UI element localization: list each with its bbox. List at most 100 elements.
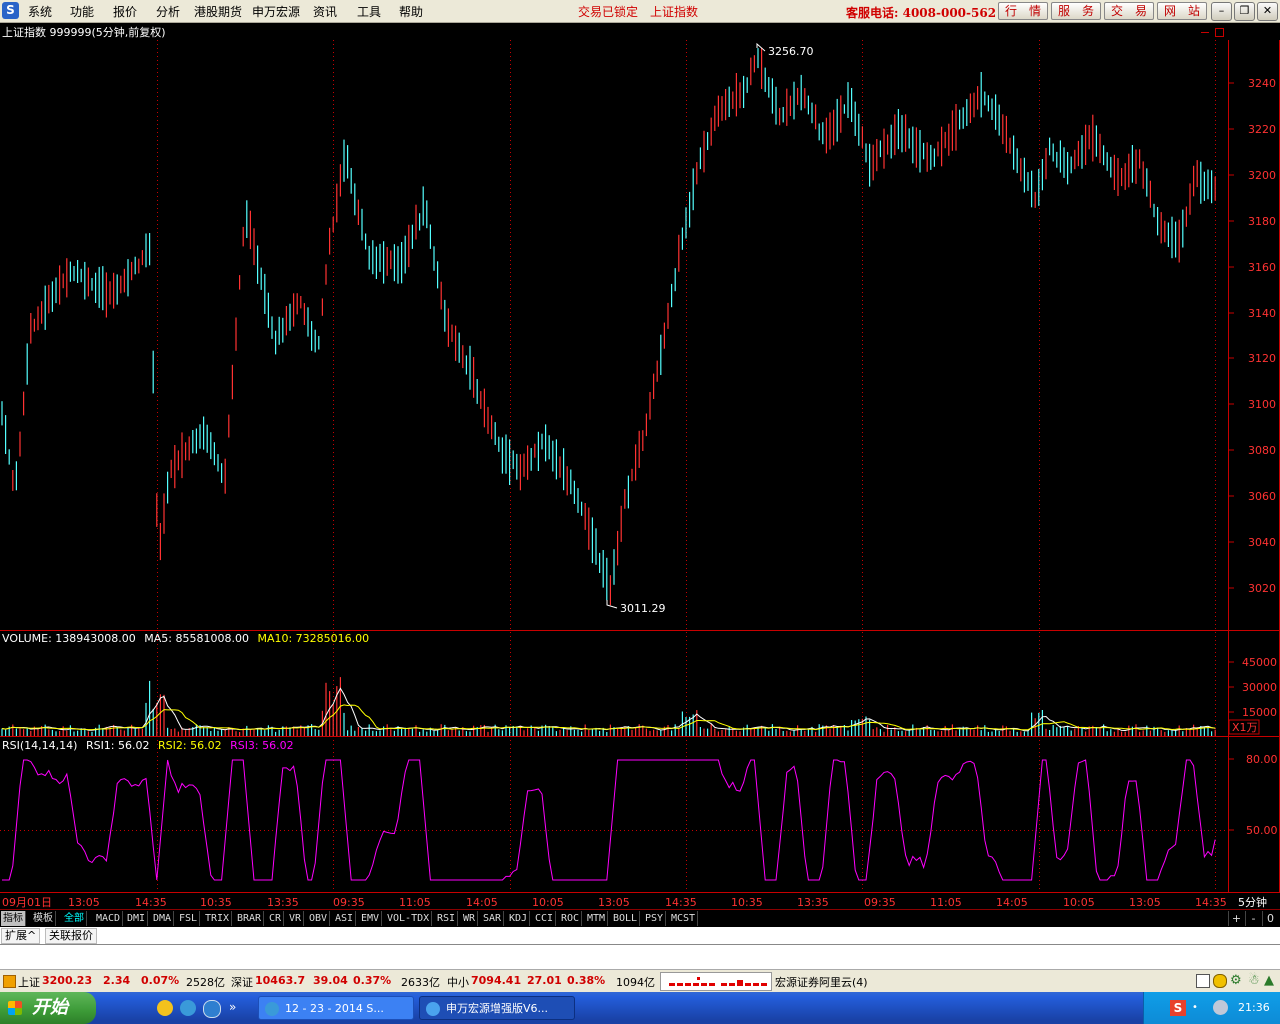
- reset-button[interactable]: 0: [1262, 911, 1278, 926]
- taskbar-item-swhy[interactable]: 申万宏源增强版V6...: [419, 996, 575, 1020]
- network-icon[interactable]: ▲: [1264, 973, 1274, 988]
- time-label: 10:05: [532, 896, 564, 909]
- zoom-in-button[interactable]: +: [1228, 911, 1244, 926]
- website-button[interactable]: 网 站: [1157, 2, 1207, 20]
- menu-system[interactable]: 系统: [28, 3, 52, 20]
- tab-dmi[interactable]: DMI: [125, 911, 149, 926]
- tray-network-icon[interactable]: [1213, 1000, 1228, 1015]
- tab-cr[interactable]: CR: [267, 911, 285, 926]
- trade-lock-status[interactable]: 交易已锁定: [578, 3, 638, 20]
- restore-icon[interactable]: ❐: [1234, 2, 1255, 21]
- tab-cci[interactable]: CCI: [533, 911, 557, 926]
- menu-function[interactable]: 功能: [70, 3, 94, 20]
- menu-swhy[interactable]: 申万宏源: [252, 3, 300, 20]
- time-label: 09:35: [864, 896, 896, 909]
- tab-asi[interactable]: ASI: [333, 911, 357, 926]
- sz-index-name: 深证: [231, 976, 253, 989]
- minimize-icon[interactable]: –: [1211, 2, 1232, 21]
- service-button[interactable]: 服 务: [1051, 2, 1101, 20]
- menu-analysis[interactable]: 分析: [156, 3, 180, 20]
- tab-mtm[interactable]: MTM: [585, 911, 609, 926]
- price-tick: 3200: [1248, 169, 1276, 182]
- user-icon[interactable]: ☃: [1248, 973, 1260, 988]
- menu-help[interactable]: 帮助: [399, 3, 423, 20]
- low-marker: 3011.29: [606, 600, 666, 615]
- time-label: 13:05: [598, 896, 630, 909]
- tab-boll[interactable]: BOLL: [611, 911, 641, 926]
- sh-index-change: 2.34: [103, 974, 131, 987]
- customer-hotline: 客服电话: 4008-000-562: [846, 6, 997, 20]
- windows-taskbar: 开始 » 12 - 23 - 2014 S... 申万宏源增强版V6... S …: [0, 992, 1280, 1024]
- high-marker: 3256.70: [756, 42, 814, 58]
- window-icon[interactable]: [1196, 974, 1210, 988]
- time-label: 11:05: [399, 896, 431, 909]
- time-label: 13:35: [267, 896, 299, 909]
- tab-roc[interactable]: ROC: [559, 911, 583, 926]
- tab-mcst[interactable]: MCST: [669, 911, 699, 926]
- tab-rsi[interactable]: RSI: [435, 911, 459, 926]
- kline-chart[interactable]: 上证指数 999999(5分钟,前复权) 3256.70 3011.29 324…: [0, 22, 1280, 912]
- tab-all[interactable]: 全部: [62, 911, 87, 926]
- price-tick: 3160: [1248, 261, 1276, 274]
- sh-index-value: 3200.23: [42, 974, 93, 987]
- expand-button[interactable]: 扩展^: [1, 928, 41, 944]
- tab-wr[interactable]: WR: [461, 911, 479, 926]
- windows-logo-icon: [8, 1001, 22, 1015]
- menu-hk-futures[interactable]: 港股期货: [194, 3, 242, 20]
- volume-axis: 45000 30000 15000: [1242, 656, 1277, 719]
- quicklaunch-app-icon[interactable]: [157, 1000, 173, 1016]
- indicator-lines: [1, 687, 1216, 881]
- tab-fsl[interactable]: FSL: [177, 911, 201, 926]
- tab-obv[interactable]: OBV: [307, 911, 331, 926]
- menu-bar: S 系统 功能 报价 分析 港股期货 申万宏源 资讯 工具 帮助 交易已锁定 上…: [0, 0, 1280, 23]
- time-label: 14:35: [665, 896, 697, 909]
- tray-arrow-icon[interactable]: •: [1192, 1002, 1198, 1013]
- tab-kdj[interactable]: KDJ: [507, 911, 531, 926]
- signal-icon[interactable]: ⚙: [1230, 973, 1242, 988]
- tab-indicator[interactable]: 指标: [1, 911, 26, 926]
- menu-news[interactable]: 资讯: [313, 3, 337, 20]
- quicklaunch-ie-icon[interactable]: [203, 1000, 221, 1018]
- tab-psy[interactable]: PSY: [643, 911, 667, 926]
- tab-vr[interactable]: VR: [287, 911, 305, 926]
- start-button[interactable]: 开始: [0, 992, 96, 1024]
- app-logo-icon[interactable]: S: [2, 2, 19, 19]
- tab-emv[interactable]: EMV: [359, 911, 383, 926]
- rsi-axis: 80.00 50.00: [1246, 753, 1278, 837]
- clock[interactable]: 21:36: [1238, 1001, 1270, 1014]
- quicklaunch-browser-icon[interactable]: [180, 1000, 196, 1016]
- menu-quote[interactable]: 报价: [113, 3, 137, 20]
- market-button[interactable]: 行 情: [998, 2, 1048, 20]
- zx-index-amount: 1094亿: [616, 976, 655, 989]
- input-method-icon[interactable]: S: [1170, 1000, 1186, 1016]
- trade-button[interactable]: 交 易: [1104, 2, 1154, 20]
- sh-index-amount: 2528亿: [186, 976, 225, 989]
- volume-tick: 30000: [1242, 681, 1277, 694]
- tab-sar[interactable]: SAR: [481, 911, 505, 926]
- time-label: 10:05: [1063, 896, 1095, 909]
- price-tick: 3020: [1248, 582, 1276, 595]
- tab-dma[interactable]: DMA: [151, 911, 175, 926]
- alert-icon[interactable]: [3, 975, 16, 988]
- sz-index-pct: 0.37%: [353, 974, 392, 987]
- zoom-out-button[interactable]: -: [1245, 911, 1261, 926]
- close-icon[interactable]: ✕: [1257, 2, 1278, 21]
- linked-quote-button[interactable]: 关联报价: [45, 928, 97, 944]
- volume-header: VOLUME: 138943008.00 MA5: 85581008.00 MA…: [2, 632, 369, 645]
- volume-value: VOLUME: 138943008.00: [2, 632, 136, 645]
- time-label: 11:05: [930, 896, 962, 909]
- tab-macd[interactable]: MACD: [94, 911, 124, 926]
- quicklaunch-more-icon[interactable]: »: [229, 1000, 236, 1014]
- breadth-bars: [669, 977, 767, 986]
- zx-index-name: 中小: [447, 976, 469, 989]
- taskbar-item-browser[interactable]: 12 - 23 - 2014 S...: [258, 996, 414, 1020]
- tab-brar[interactable]: BRAR: [235, 911, 265, 926]
- broker-connection[interactable]: 宏源证券阿里云(4): [775, 974, 868, 990]
- tab-trix[interactable]: TRIX: [203, 911, 233, 926]
- info-icon[interactable]: [1213, 974, 1227, 988]
- tab-template[interactable]: 模板: [31, 911, 56, 926]
- tab-vol-tdx[interactable]: VOL-TDX: [385, 911, 433, 926]
- current-index-link[interactable]: 上证指数: [650, 3, 698, 20]
- period-label[interactable]: 5分钟: [1238, 895, 1267, 909]
- menu-tools[interactable]: 工具: [357, 3, 381, 20]
